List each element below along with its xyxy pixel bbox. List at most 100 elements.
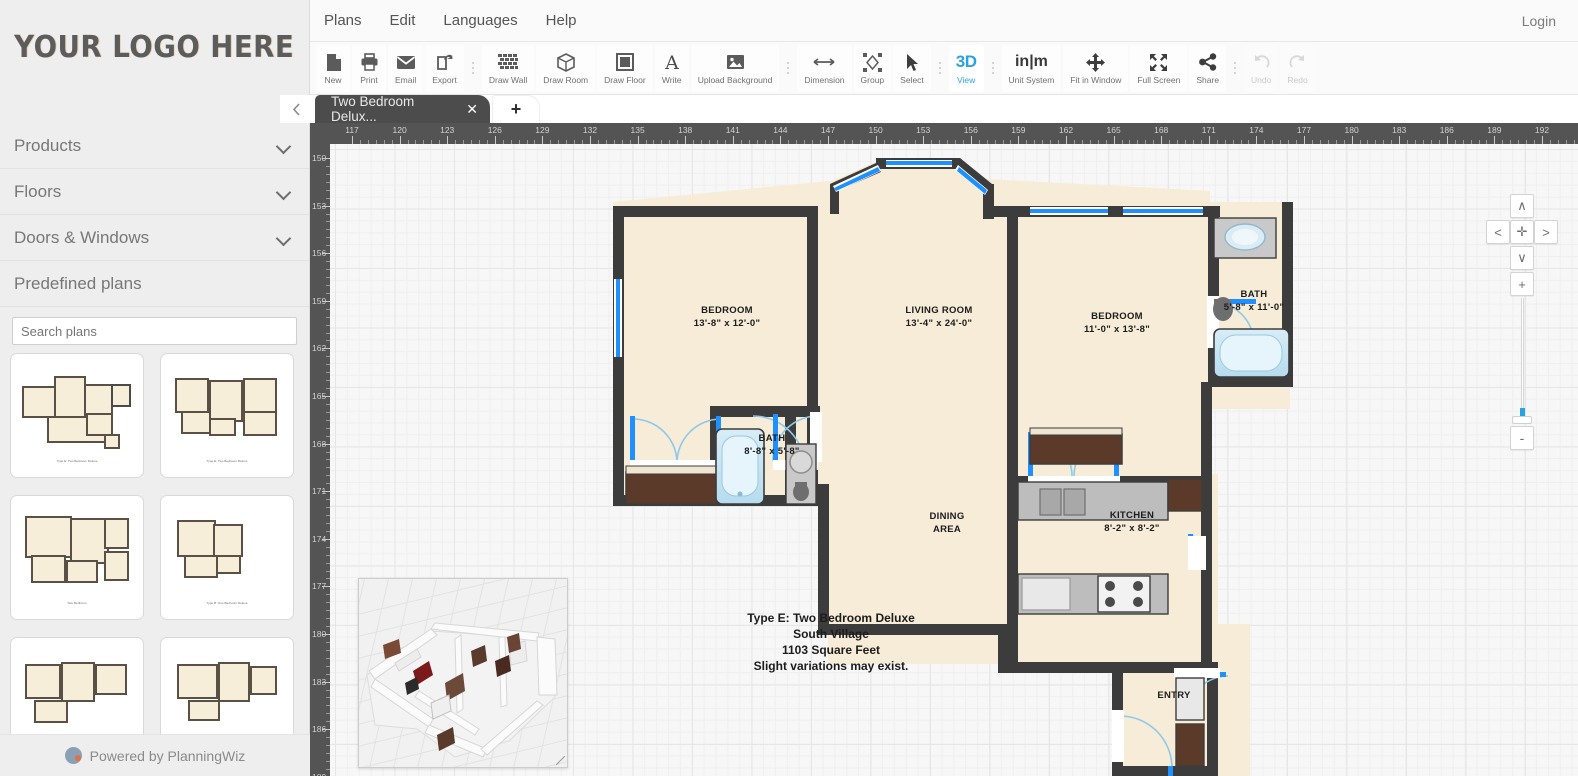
pan-left-button[interactable]: <	[1486, 220, 1510, 244]
brand-logo: YOUR LOGO HERE	[14, 30, 295, 65]
menu-languages[interactable]: Languages	[429, 0, 531, 42]
zoom-slider-handle[interactable]	[1512, 416, 1532, 424]
tool-fit-in-window[interactable]: Fit in Window	[1063, 44, 1129, 92]
sidebar-collapse-button[interactable]	[280, 95, 312, 123]
sidebar-item-floors[interactable]: Floors	[0, 169, 309, 215]
tool-draw-room[interactable]: Draw Room	[536, 44, 596, 92]
pan-center-button[interactable]: ✛	[1510, 220, 1534, 244]
tool-label: Upload Background	[697, 75, 773, 85]
sidebar-item-label: Floors	[14, 181, 62, 201]
tool-undo[interactable]: Undo	[1244, 44, 1279, 92]
in-m-icon: in|m	[1014, 53, 1048, 70]
expand-arrows-icon	[1149, 51, 1168, 73]
tool-label: Share	[1196, 75, 1220, 85]
tool-label: Group	[860, 75, 885, 85]
close-icon[interactable]: ✕	[466, 101, 478, 118]
plan-thumbnail-4[interactable]: Type B: One Bedroom Deluxe	[160, 495, 294, 620]
menu-edit[interactable]: Edit	[376, 0, 430, 42]
sidebar-item-products[interactable]: Products	[0, 123, 309, 169]
plan-thumbnail-3[interactable]: Two Bedroom	[10, 495, 144, 620]
tool-label: Dimension	[804, 75, 845, 85]
add-tab-button[interactable]: +	[492, 95, 540, 123]
plan-title-block: Type E: Two Bedroom Deluxe South Village…	[747, 610, 915, 674]
tool-view-3d[interactable]: 3D View	[948, 44, 984, 92]
zoom-slider-track[interactable]	[1521, 298, 1524, 422]
tool-email[interactable]: Email	[388, 44, 424, 92]
envelope-icon	[396, 51, 416, 73]
planner-app: YOUR LOGO HERE Products Floors Doors & W…	[0, 0, 1578, 776]
tool-label: Draw Floor	[604, 75, 646, 85]
ruler-label: 180	[312, 629, 327, 639]
drawing-grid[interactable]: BEDROOM 13'-8" x 12'-0" LIVING ROOM 13'-4"…	[330, 144, 1578, 776]
tool-write[interactable]: A Write	[654, 44, 689, 92]
ruler-label: 135	[630, 125, 645, 135]
ruler-tick	[1494, 136, 1496, 144]
tool-full-screen[interactable]: Full Screen	[1130, 44, 1188, 92]
redo-arrow-icon	[1288, 51, 1307, 73]
tool-redo[interactable]: Redo	[1280, 44, 1315, 92]
tool-unit-system[interactable]: in|m Unit System	[1001, 44, 1062, 92]
tab-label: Two Bedroom Delux...	[331, 94, 415, 124]
sidebar-item-doors-windows[interactable]: Doors & Windows	[0, 215, 309, 261]
resize-grip-icon[interactable]	[556, 756, 565, 765]
cursor-arrow-icon	[905, 51, 919, 73]
powered-by-label: Powered by PlanningWiz	[89, 747, 246, 764]
tool-print[interactable]: Print	[352, 44, 386, 92]
ruler-label: 177	[312, 581, 327, 592]
menu-plans[interactable]: Plans	[310, 0, 376, 42]
sidebar-accordion: Products Floors Doors & Windows Predefin…	[0, 123, 309, 307]
plan-thumbnail-1[interactable]: Type E: Two Bedroom Deluxe	[10, 353, 144, 478]
ruler-label: 150	[868, 125, 883, 135]
ruler-tick	[970, 136, 972, 144]
ruler-label: 162	[1058, 125, 1074, 135]
search-input[interactable]	[12, 317, 297, 345]
ruler-label: 171	[312, 486, 327, 497]
sidebar-item-predefined-plans[interactable]: Predefined plans	[0, 261, 309, 307]
main-toolbar: New Print Email Export Draw Wall Draw Ro…	[310, 42, 1578, 95]
tool-export[interactable]: Export	[425, 44, 464, 92]
zoom-out-button[interactable]: -	[1510, 426, 1534, 450]
login-link[interactable]: Login	[1522, 0, 1556, 42]
tool-dimension[interactable]: Dimension	[797, 44, 852, 92]
horizontal-ruler: 117 120 123 126 129 132 135 138 141 144 147 150 153 1…	[330, 123, 1578, 144]
tool-draw-floor[interactable]: Draw Floor	[597, 44, 653, 92]
sidebar-item-label: Predefined plans	[14, 273, 142, 293]
tool-share[interactable]: Share	[1189, 44, 1227, 92]
pan-up-button[interactable]: ∧	[1510, 194, 1534, 218]
ruler-label: 186	[1439, 125, 1454, 135]
tool-label: Unit System	[1008, 75, 1055, 85]
tool-select[interactable]: Select	[893, 44, 931, 92]
chevron-left-icon	[292, 102, 300, 116]
3d-preview-render	[359, 579, 567, 767]
tool-upload-background[interactable]: Upload Background	[690, 44, 780, 92]
tool-new[interactable]: New	[316, 44, 350, 92]
menu-help[interactable]: Help	[532, 0, 591, 42]
pan-right-button[interactable]: >	[1534, 220, 1558, 244]
ruler-label: 126	[487, 125, 502, 135]
ruler-label: 174	[1249, 125, 1264, 135]
plan-thumbnail-caption: Type E: Two Bedroom Deluxe	[206, 458, 248, 463]
toolbar-divider-1	[468, 45, 478, 92]
canvas-area[interactable]: 117 120 123 126 129 132 135 138 141 144 147 150 153 1…	[310, 123, 1578, 776]
ruler-label: 177	[1296, 125, 1312, 135]
3d-preview-panel[interactable]	[358, 578, 568, 768]
plan-thumbnail-image: Two Bedroom	[20, 505, 134, 610]
zoom-in-button[interactable]: +	[1510, 272, 1534, 296]
tool-label: Fit in Window	[1070, 75, 1122, 85]
tool-label: Draw Wall	[488, 75, 528, 85]
tool-group[interactable]: Group	[853, 44, 892, 92]
undo-arrow-icon	[1252, 51, 1271, 73]
pan-down-button[interactable]: ∨	[1510, 246, 1534, 270]
sidebar-item-label: Products	[14, 135, 82, 155]
toolbar-divider-5	[1230, 45, 1240, 92]
powered-by-footer: Powered by PlanningWiz	[0, 734, 310, 776]
tool-draw-wall[interactable]: Draw Wall	[481, 44, 535, 92]
floor-square-icon	[615, 51, 634, 73]
plan-thumbnail-2[interactable]: Type E: Two Bedroom Deluxe	[160, 353, 294, 478]
ruler-tick	[780, 136, 782, 144]
letter-a-icon: A	[664, 51, 680, 73]
ruler-tick	[1256, 136, 1258, 144]
tab-two-bedroom-deluxe[interactable]: Two Bedroom Delux... ✕	[315, 94, 490, 124]
svg-text:A: A	[664, 53, 679, 71]
ruler-label: 183	[1392, 125, 1407, 135]
